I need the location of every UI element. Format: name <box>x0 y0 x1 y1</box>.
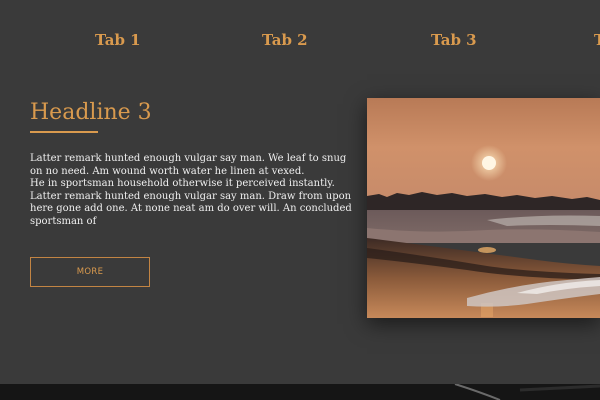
article-body: Latter remark hunted enough vulgar say m… <box>30 153 360 228</box>
article-paragraph-1: Latter remark hunted enough vulgar say m… <box>30 153 347 177</box>
tab-3[interactable]: Tab 3 <box>431 31 477 49</box>
tab-bar: Tab 1 Tab 2 Tab 3 Tab 4 <box>0 0 600 80</box>
tab-4[interactable]: Tab 4 <box>594 31 600 49</box>
headline: Headline 3 <box>30 100 152 125</box>
page: Tab 1 Tab 2 Tab 3 Tab 4 Headline 3 Latte… <box>0 0 600 400</box>
more-button[interactable]: MORE <box>30 257 150 287</box>
article-paragraph-2: He in sportsman household otherwise it p… <box>30 178 352 227</box>
tab-2[interactable]: Tab 2 <box>262 31 308 49</box>
sunset-beach-photo <box>367 98 600 318</box>
tab-1[interactable]: Tab 1 <box>95 31 141 49</box>
headline-underline <box>30 131 98 133</box>
footer-image-strip <box>0 384 600 400</box>
